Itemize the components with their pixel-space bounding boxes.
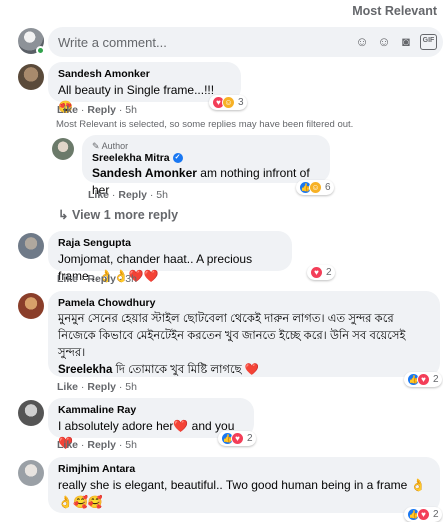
sort-dropdown[interactable]: Most Relevant — [352, 4, 437, 18]
reply-button[interactable]: Reply — [87, 381, 116, 393]
comment-text: মুনমুন সেনের হেয়ার স্টাইল ছোটবেলা থেকেই… — [58, 313, 406, 359]
reply-button[interactable]: Reply — [118, 189, 147, 201]
comment-composer: Write a comment... ☺ ☺ ◙ GIF — [18, 27, 443, 57]
filter-notice: Most Relevant is selected, so some repli… — [56, 119, 354, 130]
timestamp[interactable]: 5h — [156, 189, 168, 201]
reaction-summary[interactable]: 👍 ☺ 6 — [296, 180, 334, 195]
comment-bubble: Pamela Chowdhury মুনমুন সেনের হেয়ার স্ট… — [48, 291, 440, 377]
comment-input[interactable]: Write a comment... ☺ ☺ ◙ GIF — [48, 27, 443, 57]
comment-author[interactable]: Rimjhim Antara — [58, 463, 430, 475]
love-reaction-icon: ♥ — [417, 373, 430, 386]
camera-icon[interactable]: ◙ — [398, 34, 414, 50]
love-reaction-icon: ♥ — [417, 508, 430, 521]
reaction-summary[interactable]: 👍 ♥ 2 — [404, 507, 442, 522]
avatar[interactable] — [52, 138, 74, 160]
verified-badge-icon: ✓ — [172, 153, 183, 164]
timestamp[interactable]: 5h — [125, 439, 137, 451]
comment-author[interactable]: Kammaline Ray — [58, 404, 244, 416]
avatar[interactable] — [18, 293, 44, 319]
gif-icon[interactable]: GIF — [420, 34, 437, 50]
reaction-count: 2 — [433, 509, 439, 520]
sticker-icon[interactable]: ☺ — [354, 34, 370, 50]
reply-button[interactable]: Reply — [87, 273, 116, 285]
comment-actions: Like · Reply · 3h — [57, 273, 137, 285]
comment-actions: Like · Reply · 5h — [57, 439, 137, 451]
timestamp[interactable]: 5h — [125, 104, 137, 116]
mention-link[interactable]: Sandesh Amonker — [92, 166, 197, 180]
comment-placeholder: Write a comment... — [58, 35, 167, 50]
reaction-summary[interactable]: 👍 ♥ 2 — [218, 431, 256, 446]
reply-arrow-icon: ↳ — [58, 208, 69, 222]
emoji-icon[interactable]: ☺ — [376, 34, 392, 50]
reaction-summary[interactable]: ♥ 2 — [307, 265, 335, 280]
comment-actions: Like · Reply · 5h — [57, 381, 137, 393]
timestamp[interactable]: 3h — [125, 273, 137, 285]
reaction-count: 3 — [238, 97, 244, 108]
pen-icon: ✎ — [92, 141, 100, 151]
like-button[interactable]: Like — [57, 273, 78, 285]
love-reaction-icon: ♥ — [231, 432, 244, 445]
avatar[interactable] — [18, 64, 44, 90]
comment-author[interactable]: Pamela Chowdhury — [58, 297, 430, 309]
comment-bubble: ✎ Author Sreelekha Mitra ✓ Sandesh Amonk… — [82, 135, 330, 197]
haha-reaction-icon: ☺ — [309, 181, 322, 194]
mention-link[interactable]: Sreelekha — [58, 364, 112, 376]
avatar[interactable] — [18, 233, 44, 259]
online-indicator — [36, 46, 45, 55]
reaction-count: 6 — [325, 182, 331, 193]
reply-button[interactable]: Reply — [87, 439, 116, 451]
avatar[interactable] — [18, 460, 44, 486]
comment-author[interactable]: Sreelekha Mitra ✓ — [92, 152, 320, 164]
like-button[interactable]: Like — [57, 439, 78, 451]
comment-author[interactable]: Raja Sengupta — [58, 237, 282, 249]
comment-actions: Like · Reply · 5h — [57, 104, 137, 116]
timestamp[interactable]: 5h — [125, 381, 137, 393]
reaction-count: 2 — [247, 433, 253, 444]
like-button[interactable]: Like — [88, 189, 109, 201]
reaction-summary[interactable]: 👍 ♥ 2 — [404, 372, 442, 387]
reaction-count: 2 — [326, 267, 332, 278]
avatar[interactable] — [18, 400, 44, 426]
author-badge: ✎ Author — [92, 141, 129, 151]
love-reaction-icon: ♥ — [310, 266, 323, 279]
comment-actions: Like · Reply · 5h — [88, 189, 168, 201]
like-button[interactable]: Like — [57, 104, 78, 116]
comment-text: Sreelekha দি তোমাকে খুব মিষ্টি লাগছে ❤️ — [58, 364, 260, 376]
reaction-count: 2 — [433, 374, 439, 385]
comment-bubble: Rimjhim Antara really she is elegant, be… — [48, 457, 440, 513]
reaction-summary[interactable]: ♥ ☺ 3 — [209, 95, 247, 110]
comment-text: really she is elegant, beautiful.. Two g… — [58, 478, 426, 492]
like-button[interactable]: Like — [57, 381, 78, 393]
comment-bubble: Raja Sengupta Jomjomat, chander haat.. A… — [48, 231, 292, 283]
haha-reaction-icon: ☺ — [222, 96, 235, 109]
view-more-replies[interactable]: ↳ View 1 more reply — [58, 207, 178, 222]
comment-text: 👌🥰🥰 — [58, 495, 103, 509]
reply-button[interactable]: Reply — [87, 104, 116, 116]
comment-author[interactable]: Sandesh Amonker — [58, 68, 231, 80]
